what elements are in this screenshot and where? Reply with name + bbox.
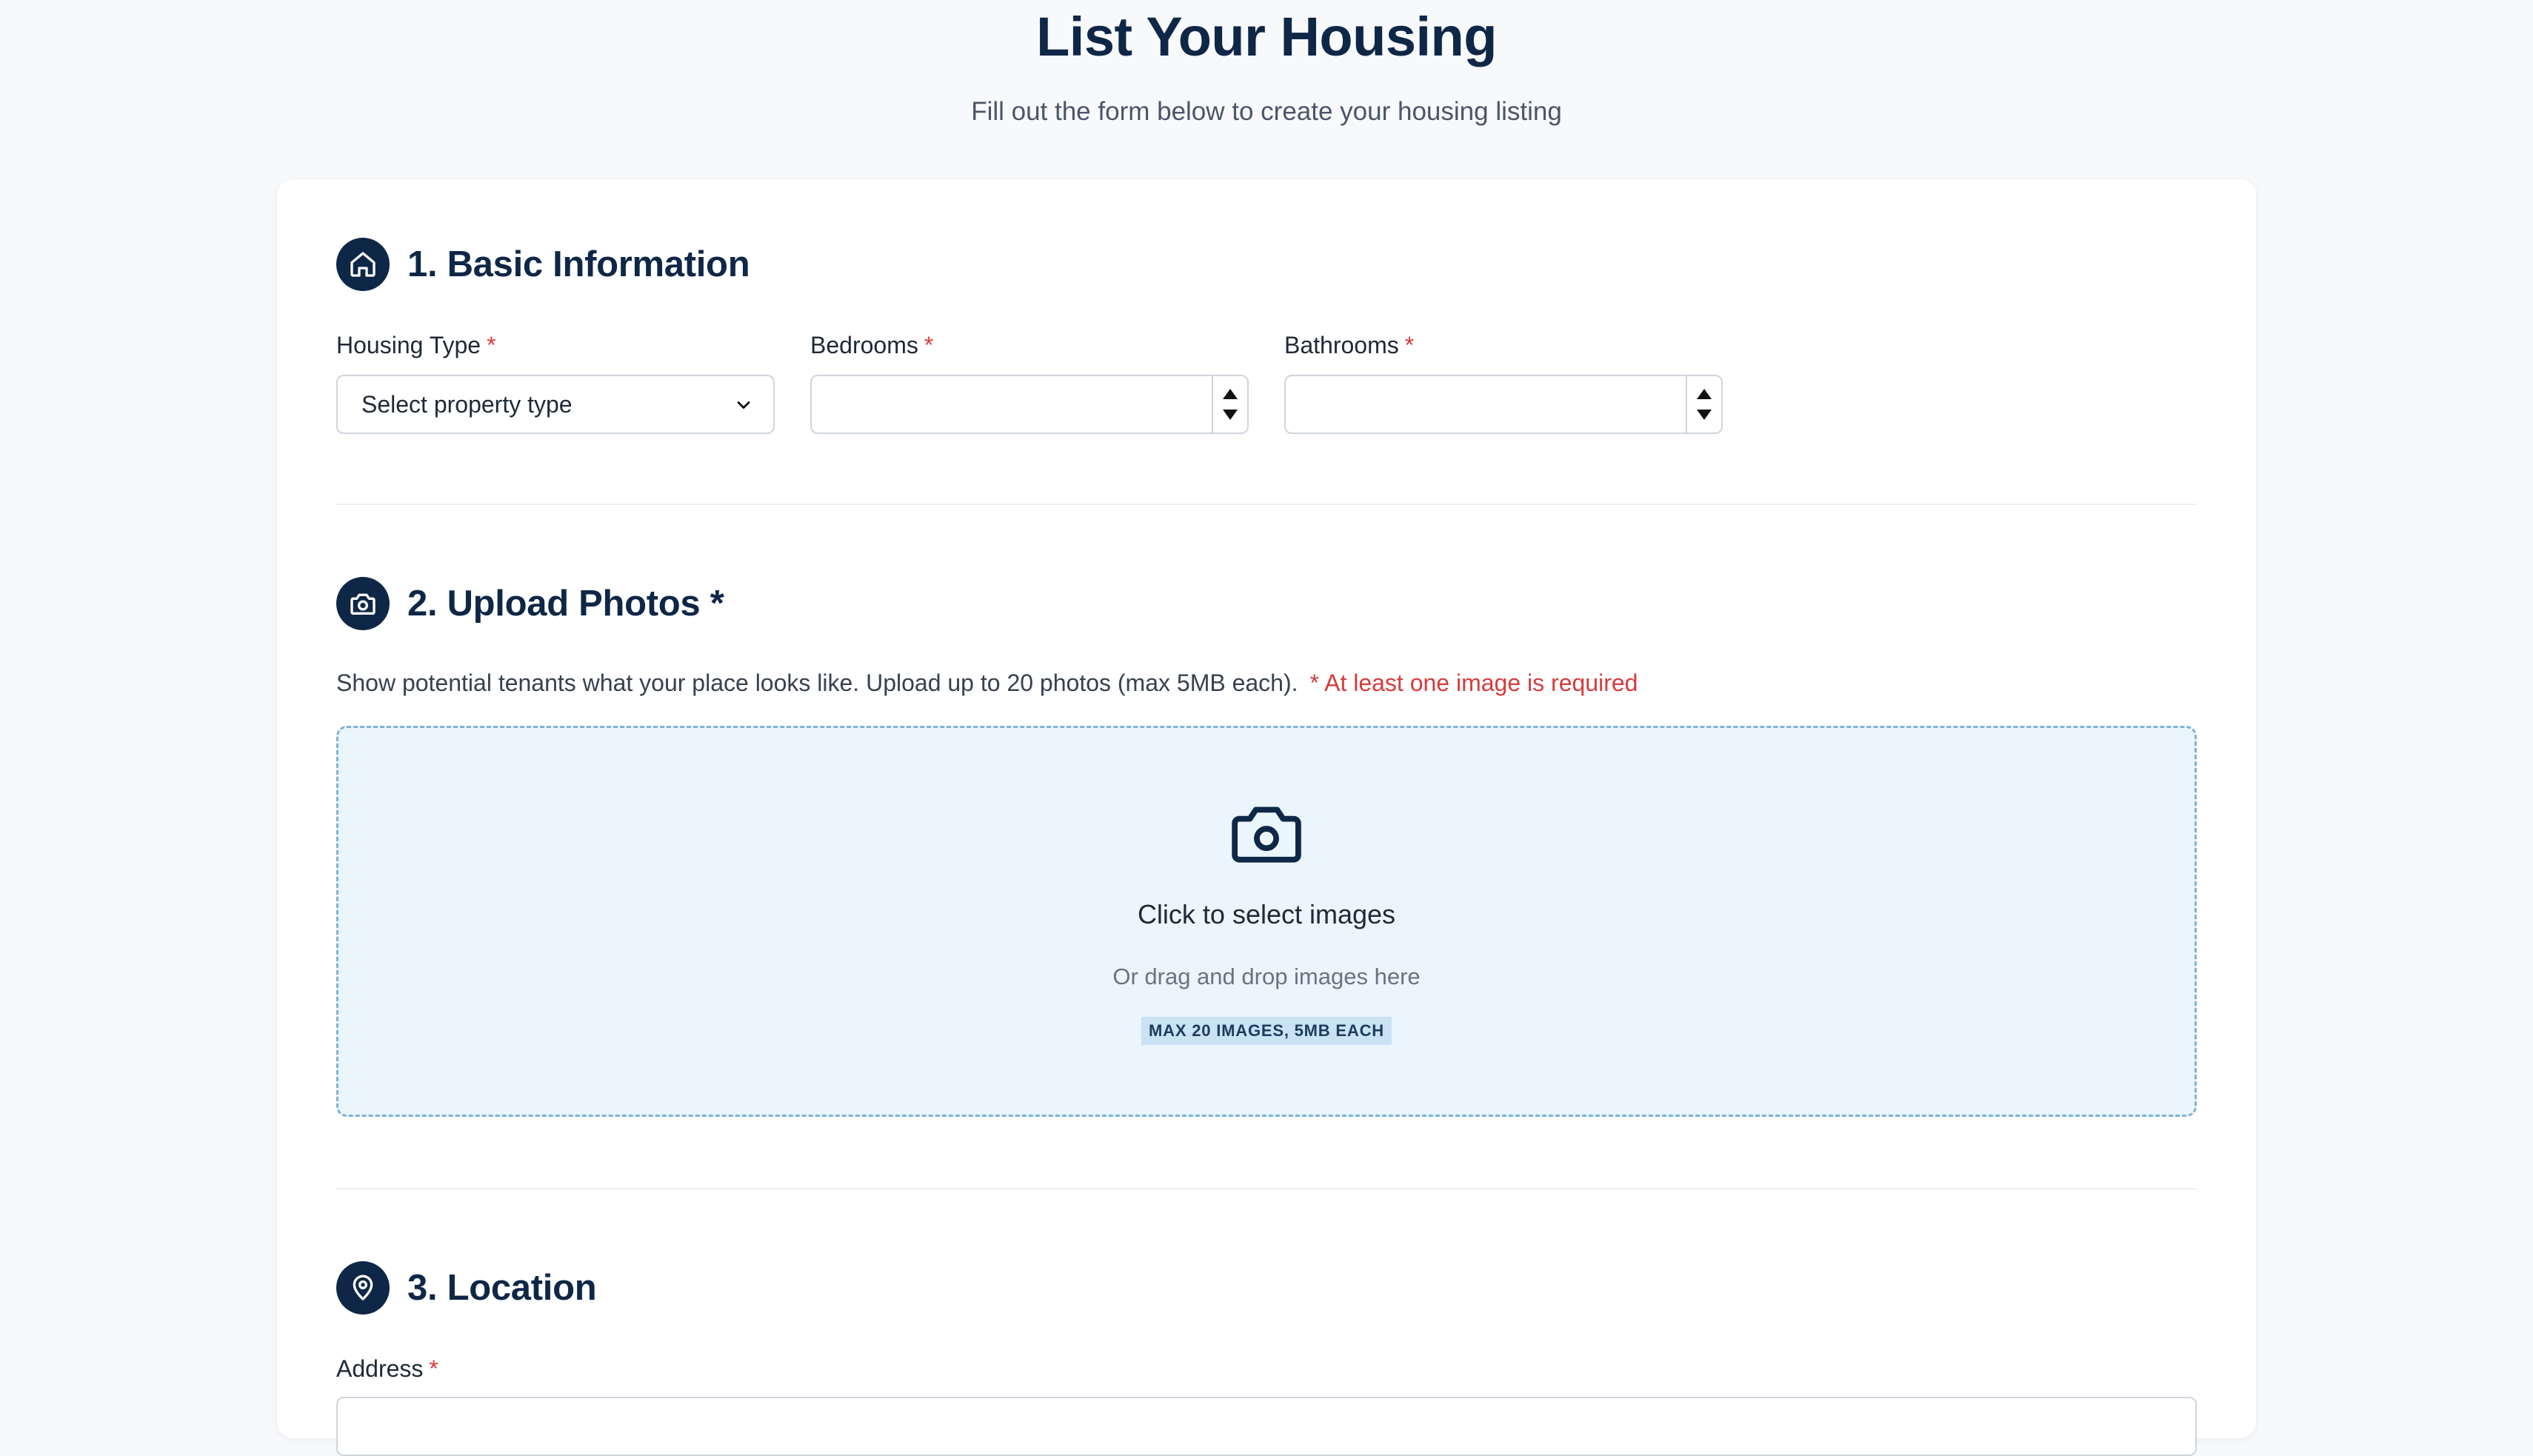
- dropzone-subtitle: Or drag and drop images here: [1112, 964, 1421, 989]
- required-mark: *: [1404, 332, 1415, 358]
- chevron-down-icon: [733, 394, 754, 421]
- section-divider: [336, 504, 2197, 505]
- home-icon: [336, 238, 390, 291]
- dropzone-title[interactable]: Click to select images: [338, 898, 2195, 931]
- decrement-arrow-icon[interactable]: [1223, 410, 1238, 420]
- listing-form-card: 1. Basic Information Housing Type * Selec…: [277, 179, 2256, 1456]
- required-mark: *: [429, 1355, 438, 1382]
- bedrooms-label: Bedrooms *: [810, 330, 933, 360]
- camera-icon: [338, 802, 2195, 866]
- bedrooms-stepper[interactable]: [1212, 376, 1247, 433]
- section-photos-title: 2. Upload Photos *: [407, 584, 724, 624]
- dropzone-limit-badge-wrap: MAX 20 IMAGES, 5MB EACH: [338, 1017, 2195, 1045]
- upload-error-message: * At least one image is required: [1309, 669, 1638, 696]
- bedrooms-label-text: Bedrooms: [810, 332, 918, 358]
- section-location-title: 3. Location: [407, 1268, 597, 1308]
- page-title: List Your Housing: [1036, 6, 1497, 67]
- section-basic-header: 1. Basic Information: [336, 237, 750, 292]
- address-input[interactable]: [336, 1397, 2197, 1456]
- increment-arrow-icon[interactable]: [1697, 389, 1712, 399]
- address-label-text: Address: [336, 1355, 424, 1382]
- bedrooms-input[interactable]: [810, 375, 1249, 434]
- bathrooms-label-text: Bathrooms: [1284, 332, 1399, 358]
- required-mark: *: [487, 332, 496, 358]
- housing-type-selected-value: Select property type: [361, 390, 573, 418]
- section-photos-header: 2. Upload Photos *: [336, 576, 724, 631]
- dropzone-limit-badge: MAX 20 IMAGES, 5MB EACH: [1141, 1017, 1392, 1045]
- decrement-arrow-icon[interactable]: [1697, 410, 1712, 420]
- required-mark: *: [924, 332, 934, 358]
- upload-description: Show potential tenants what your place l…: [336, 668, 1638, 698]
- bathrooms-input[interactable]: [1284, 375, 1723, 434]
- photo-dropzone[interactable]: Click to select images Or drag and drop …: [336, 726, 2197, 1117]
- bathrooms-label: Bathrooms *: [1284, 330, 1414, 360]
- housing-type-label: Housing Type *: [336, 330, 496, 360]
- housing-type-select[interactable]: Select property type: [336, 375, 775, 434]
- camera-icon: [336, 577, 390, 630]
- map-pin-icon: [336, 1261, 390, 1315]
- page-subtitle: Fill out the form below to create your h…: [971, 97, 1562, 126]
- housing-type-label-text: Housing Type: [336, 332, 481, 358]
- section-basic-title: 1. Basic Information: [407, 244, 750, 284]
- increment-arrow-icon[interactable]: [1223, 389, 1238, 399]
- bathrooms-stepper[interactable]: [1686, 376, 1721, 433]
- address-label: Address *: [336, 1354, 438, 1383]
- upload-description-text: Show potential tenants what your place l…: [336, 669, 1298, 696]
- section-location-header: 3. Location: [336, 1260, 597, 1315]
- section-divider: [336, 1188, 2197, 1189]
